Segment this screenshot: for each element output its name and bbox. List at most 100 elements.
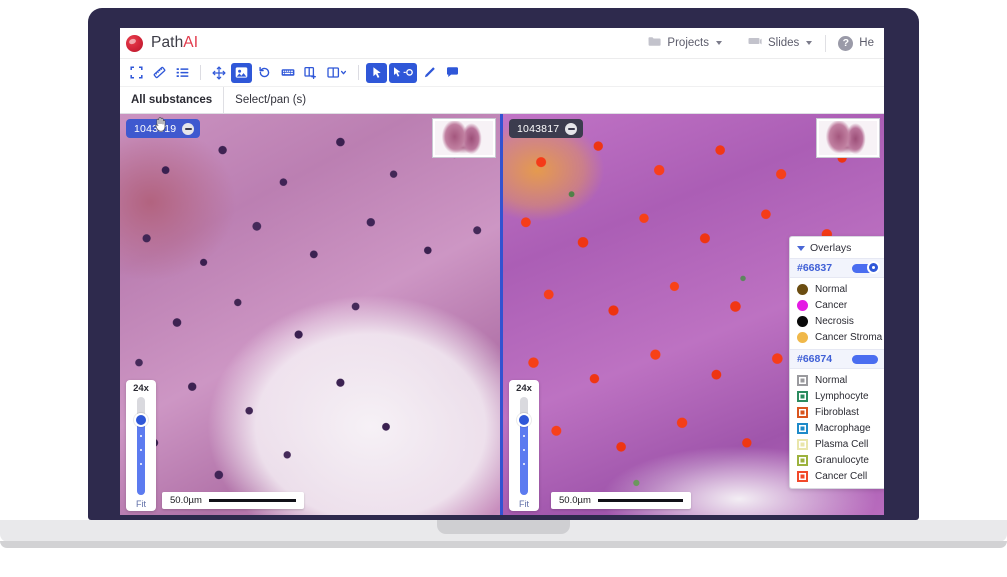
toolbar-divider <box>200 65 201 80</box>
legend-item[interactable]: Lymphocyte <box>790 388 884 404</box>
nav-item-help-label: He <box>859 37 874 49</box>
annotate-point-button[interactable] <box>389 62 417 83</box>
scale-bar-label-left: 50.0µm <box>170 495 202 506</box>
reset-rotation-button[interactable] <box>254 63 275 83</box>
color-swatch-icon <box>797 315 808 327</box>
legend-item[interactable]: Plasma Cell <box>790 436 884 452</box>
nav-item-projects-label: Projects <box>667 37 709 49</box>
chevron-down-icon <box>715 41 722 45</box>
sync-views-button[interactable] <box>231 62 252 83</box>
legend-item[interactable]: Granulocyte <box>790 452 884 468</box>
legend-item[interactable]: Cancer Cell <box>790 468 884 484</box>
nav-item-projects[interactable]: Projects <box>635 28 735 58</box>
overlays-header[interactable]: Overlays <box>790 237 884 258</box>
legend-item[interactable]: Fibroblast <box>790 404 884 420</box>
color-swatch-icon <box>797 454 808 466</box>
color-swatch-icon <box>797 283 808 295</box>
toggle-knob <box>867 261 880 274</box>
color-swatch-icon <box>797 390 808 402</box>
legend-item[interactable]: Cancer Stroma <box>790 329 884 345</box>
zoom-fit-label-left[interactable]: Fit <box>136 499 146 509</box>
legend-label: Normal <box>815 283 848 295</box>
slide-thumbnail-left[interactable] <box>432 118 496 158</box>
legend-label: Granulocyte <box>815 454 869 466</box>
legend-label: Necrosis <box>815 315 854 327</box>
measure-button[interactable] <box>149 63 170 83</box>
brand-name-text: Path <box>151 34 184 51</box>
slide-id-chip-right[interactable]: 1043817 <box>509 119 584 138</box>
select-pointer-button[interactable] <box>366 62 387 83</box>
slide-id-chip-left[interactable]: 1043819 <box>126 119 201 138</box>
brand-title: PathAI <box>151 34 198 52</box>
zoom-fit-label-right[interactable]: Fit <box>519 499 529 509</box>
folder-icon <box>648 36 662 50</box>
zoom-control-right[interactable]: 24x Fit <box>509 380 539 511</box>
laptop-frame: PathAI Projects Slides ? He All substanc… <box>0 0 1007 577</box>
legend-label: Cancer Stroma <box>815 331 883 343</box>
add-slide-button[interactable] <box>300 63 321 83</box>
zoom-slider-knob-left[interactable] <box>134 413 148 427</box>
histology-image-left[interactable] <box>120 114 500 515</box>
nav-item-slides-label: Slides <box>767 37 800 49</box>
tab-bar: All substances Select/pan (s) <box>120 87 884 114</box>
overlay-legend-66874: Normal Lymphocyte Fibroblast Macrophage <box>790 369 884 488</box>
color-swatch-icon <box>797 299 808 311</box>
nav-item-help[interactable]: ? He <box>826 35 884 51</box>
slide-id-label-left: 1043819 <box>134 122 177 135</box>
color-swatch-icon <box>797 374 808 386</box>
slide-id-label-right: 1043817 <box>517 122 560 135</box>
overlay-group-header-66874[interactable]: #66874 <box>790 349 884 369</box>
chevron-down-icon <box>806 41 813 45</box>
tab-all-substances[interactable]: All substances <box>120 87 223 113</box>
overlays-panel: Overlays #66837 Normal Cancer Necrosis C… <box>789 236 884 489</box>
keyboard-shortcuts-button[interactable] <box>277 63 298 83</box>
tab-select-pan[interactable]: Select/pan (s) <box>223 87 317 113</box>
legend-label: Macrophage <box>815 422 871 434</box>
overlay-group-toggle-66837[interactable] <box>852 261 880 274</box>
layout-button[interactable] <box>323 63 351 83</box>
zoom-slider-knob-right[interactable] <box>517 413 531 427</box>
legend-item[interactable]: Normal <box>790 281 884 297</box>
slide-viewer-area: 1043819 24x Fit 50.0µm 1043817 24x Fit 5… <box>120 114 884 515</box>
overlays-title: Overlays <box>810 242 852 254</box>
brand-accent-text: AI <box>183 34 199 51</box>
scale-bar-line <box>208 499 296 502</box>
legend-item[interactable]: Cancer <box>790 297 884 313</box>
slide-viewer-left[interactable]: 1043819 24x Fit 50.0µm <box>120 114 502 515</box>
remove-slide-icon[interactable] <box>182 122 195 135</box>
legend-item[interactable]: Macrophage <box>790 420 884 436</box>
tool-bar <box>120 59 884 87</box>
application-screen: PathAI Projects Slides ? He All substanc… <box>120 28 884 515</box>
overlay-group-id-66874: #66874 <box>797 353 833 365</box>
zoom-control-left[interactable]: 24x Fit <box>126 380 156 511</box>
legend-label: Normal <box>815 374 848 386</box>
overlay-group-toggle-66874[interactable] <box>852 354 878 364</box>
brand-logo[interactable]: PathAI <box>120 34 198 52</box>
comment-button[interactable] <box>442 63 463 83</box>
legend-label: Cancer <box>815 299 848 311</box>
overlay-legend-66837: Normal Cancer Necrosis Cancer Stroma <box>790 278 884 349</box>
legend-label: Lymphocyte <box>815 390 869 402</box>
help-circle-icon: ? <box>838 35 854 51</box>
pan-button[interactable] <box>208 63 229 83</box>
draw-button[interactable] <box>419 63 440 83</box>
zoom-slider-track-right[interactable] <box>517 397 531 495</box>
thumbnail-tissue-left <box>435 121 493 155</box>
zoom-level-label-left: 24x <box>133 383 149 394</box>
list-button[interactable] <box>172 63 193 83</box>
color-swatch-icon <box>797 470 808 482</box>
fullscreen-button[interactable] <box>126 63 147 83</box>
color-swatch-icon <box>797 422 808 434</box>
top-navigation-right: Projects Slides ? He <box>635 28 884 58</box>
nav-item-slides[interactable]: Slides <box>735 28 825 58</box>
zoom-slider-track-left[interactable] <box>134 397 148 495</box>
remove-slide-icon[interactable] <box>565 122 578 135</box>
slide-thumbnail-right[interactable] <box>816 118 880 158</box>
legend-item[interactable]: Necrosis <box>790 313 884 329</box>
tab-all-substances-label: All substances <box>131 94 213 106</box>
legend-item[interactable]: Normal <box>790 372 884 388</box>
overlay-group-header-66837[interactable]: #66837 <box>790 258 884 278</box>
overlay-group-id-66837: #66837 <box>797 262 833 274</box>
scale-bar-line <box>597 499 683 502</box>
legend-label: Plasma Cell <box>815 438 869 450</box>
